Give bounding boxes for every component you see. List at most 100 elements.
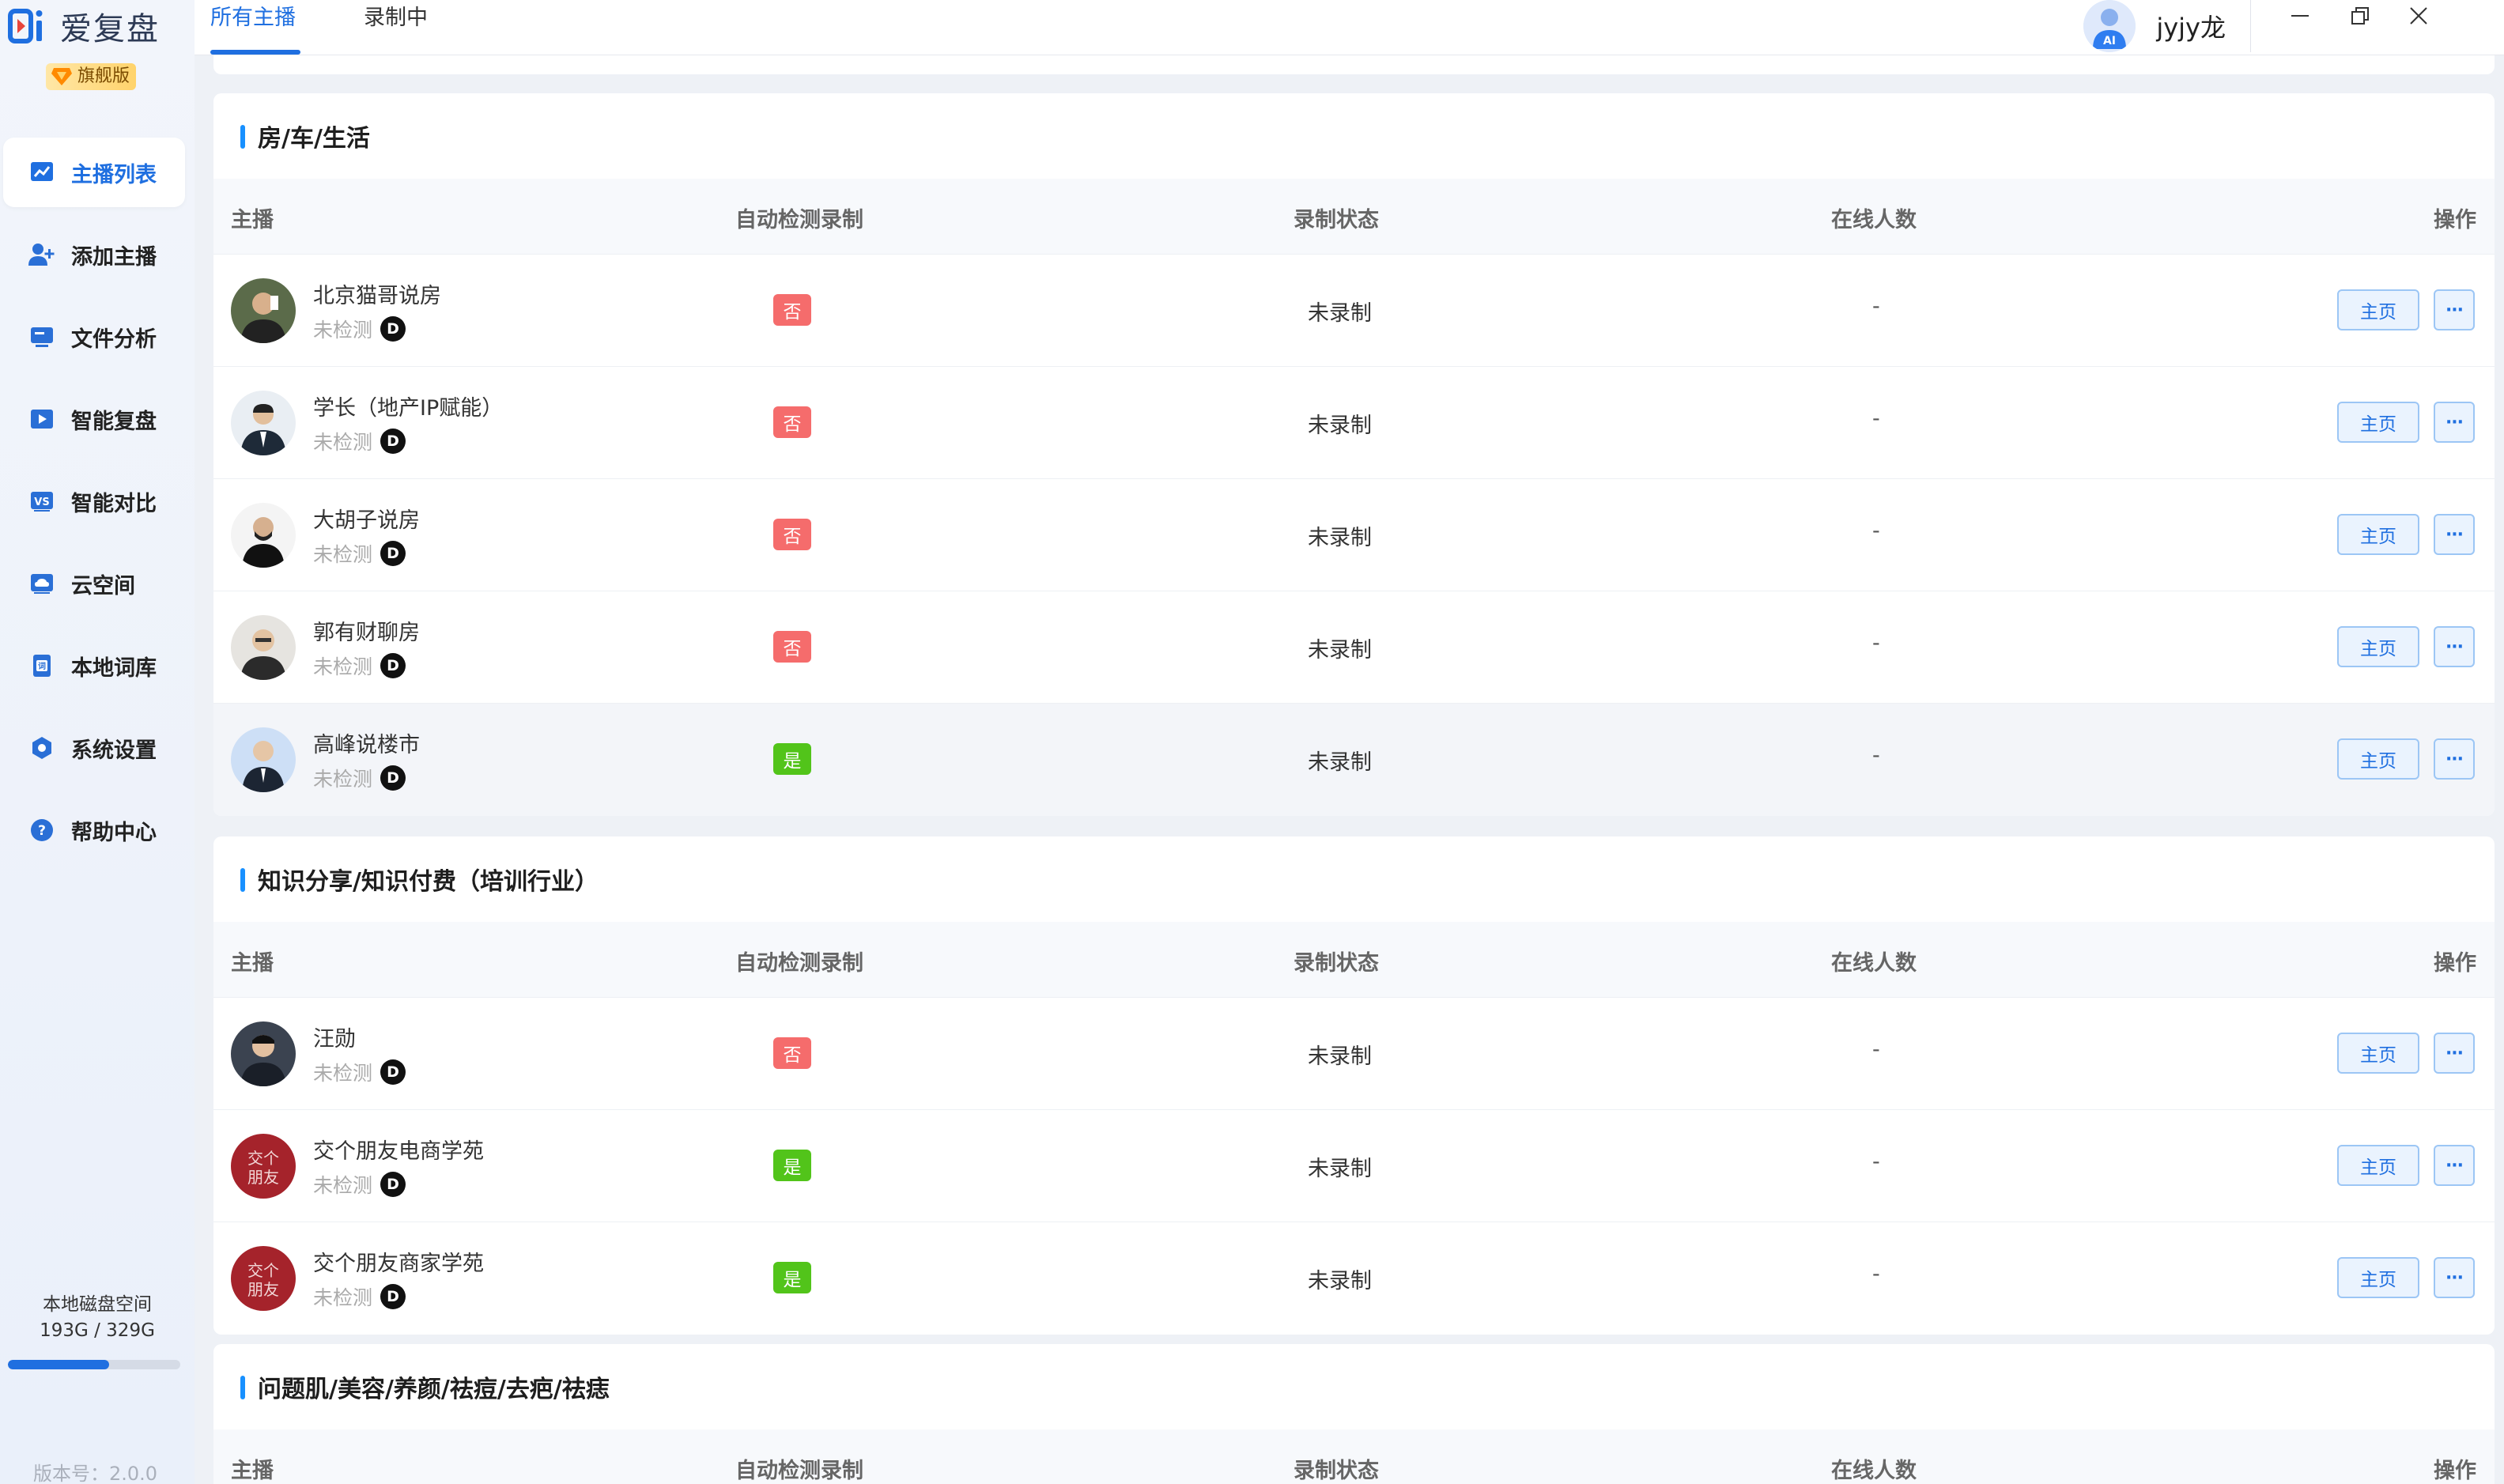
douyin-icon: D [380,541,406,566]
tab-all-hosts[interactable]: 所有主播 [210,0,296,55]
home-button[interactable]: 主页 [2337,1145,2419,1186]
user-profile[interactable]: AI jyjy龙 [2083,0,2226,52]
home-button[interactable]: 主页 [2337,402,2419,443]
table-row[interactable]: 高峰说楼市 未检测 D 是 未录制 - 主页 ··· [213,704,2495,816]
detect-status-label: 未检测 [313,1062,373,1085]
douyin-icon: D [380,1059,406,1085]
sidebar-item-help[interactable]: ? 帮助中心 [3,795,185,865]
douyin-icon: D [380,765,406,791]
sidebar-item-label: 云空间 [71,573,135,599]
avatar [231,727,296,792]
more-button[interactable]: ··· [2434,402,2475,443]
table-row[interactable]: 北京猫哥说房 未检测 D 否 未录制 - 主页 ··· [213,255,2495,367]
tab-recording[interactable]: 录制中 [364,0,428,55]
home-button[interactable]: 主页 [2337,738,2419,780]
sidebar-item-add-host[interactable]: 添加主播 [3,220,185,289]
sidebar-item-cloud[interactable]: 云空间 [3,549,185,618]
auto-detect-badge[interactable]: 否 [773,1037,811,1069]
record-status: 未录制 [1308,1157,1372,1181]
detect-status: 未检测 D [313,1170,406,1199]
minimize-button[interactable] [2276,0,2324,35]
sidebar-item-smart-compare[interactable]: VS 智能对比 [3,466,185,536]
more-button[interactable]: ··· [2434,1145,2475,1186]
record-status: 未录制 [1308,1044,1372,1069]
previous-card-bottom [213,55,2495,74]
record-status: 未录制 [1308,1269,1372,1293]
auto-detect-badge[interactable]: 否 [773,631,811,663]
sidebar-item-host-list[interactable]: 主播列表 [3,138,185,207]
table-row[interactable]: 交个 朋友 交个朋友商家学苑 未检测 D 是 未录制 - 主页 ··· [213,1222,2495,1335]
col-host: 主播 [231,1459,274,1483]
play-icon [28,406,55,432]
sidebar-item-label: 文件分析 [71,327,157,352]
chart-icon [28,159,55,186]
table-header: 主播 自动检测录制 录制状态 在线人数 操作 [213,1429,2495,1484]
more-button[interactable]: ··· [2434,1257,2475,1298]
auto-detect-badge[interactable]: 是 [773,1262,811,1293]
online-count: - [1872,294,1880,319]
online-count: - [1872,1037,1880,1062]
home-button[interactable]: 主页 [2337,626,2419,667]
douyin-icon: D [380,1172,406,1197]
active-tab-indicator [210,50,300,55]
detect-status-label: 未检测 [313,319,373,342]
table-header: 主播 自动检测录制 录制状态 在线人数 操作 [213,179,2495,255]
table-row[interactable]: 交个 朋友 交个朋友电商学苑 未检测 D 是 未录制 - 主页 ··· [213,1110,2495,1222]
more-icon: ··· [2445,749,2464,769]
more-button[interactable]: ··· [2434,1033,2475,1074]
sidebar-item-settings[interactable]: 系统设置 [3,713,185,783]
vs-icon: VS [28,488,55,515]
home-button[interactable]: 主页 [2337,514,2419,555]
auto-detect-badge[interactable]: 否 [773,294,811,326]
auto-detect-badge[interactable]: 是 [773,1150,811,1181]
avatar [231,278,296,343]
home-button[interactable]: 主页 [2337,289,2419,330]
col-actions: 操作 [2434,1459,2476,1483]
close-icon [2408,6,2429,29]
detect-status-label: 未检测 [313,1174,373,1197]
sidebar-item-label: 本地词库 [71,655,157,681]
table-row[interactable]: 学长（地产IP赋能） 未检测 D 否 未录制 - 主页 ··· [213,367,2495,479]
section-card: 问题肌/美容/养颜/祛痘/去疤/祛痣 主播 自动检测录制 录制状态 在线人数 操… [213,1344,2495,1484]
auto-detect-badge[interactable]: 是 [773,743,811,775]
col-online-count: 在线人数 [1831,1459,1917,1483]
detect-status: 未检测 D [313,1282,406,1311]
auto-detect-badge[interactable]: 否 [773,519,811,550]
table-row[interactable]: 汪勋 未检测 D 否 未录制 - 主页 ··· [213,998,2495,1110]
home-button[interactable]: 主页 [2337,1257,2419,1298]
restore-icon [2350,6,2370,29]
home-button[interactable]: 主页 [2337,1033,2419,1074]
more-button[interactable]: ··· [2434,626,2475,667]
online-count: - [1872,743,1880,768]
main-content: 房/车/生活 主播 自动检测录制 录制状态 在线人数 操作 北京猫哥说房 未检测… [195,55,2504,1484]
sidebar-item-smart-review[interactable]: 智能复盘 [3,384,185,454]
sidebar-item-label: 主播列表 [71,162,157,187]
more-button[interactable]: ··· [2434,514,2475,555]
tab-label: 所有主播 [210,6,296,30]
edition-badge: 旗舰版 [46,63,137,90]
sidebar-item-local-dictionary[interactable]: 词 本地词库 [3,631,185,700]
logo-icon [8,6,47,46]
table-row[interactable]: 大胡子说房 未检测 D 否 未录制 - 主页 ··· [213,479,2495,591]
close-button[interactable] [2395,0,2442,35]
section-card: 知识分享/知识付费（培训行业） 主播 自动检测录制 录制状态 在线人数 操作 汪… [213,836,2495,1335]
detect-status-label: 未检测 [313,431,373,454]
host-name: 交个朋友商家学苑 [313,1252,484,1276]
detect-status: 未检测 D [313,1058,406,1086]
restore-button[interactable] [2336,0,2384,35]
col-auto-detect: 自动检测录制 [735,208,863,232]
section-title: 问题肌/美容/养颜/祛痘/去疤/祛痣 [213,1344,2495,1429]
online-count: - [1872,1262,1880,1286]
douyin-icon: D [380,653,406,678]
sidebar-item-label: 添加主播 [71,244,157,270]
more-button[interactable]: ··· [2434,738,2475,780]
edition-label: 旗舰版 [77,66,130,86]
avatar [231,391,296,455]
sidebar-item-file-analysis[interactable]: 文件分析 [3,302,185,372]
auto-detect-badge[interactable]: 否 [773,406,811,438]
more-icon: ··· [2445,1267,2464,1288]
col-auto-detect: 自动检测录制 [735,1459,863,1483]
host-name: 汪勋 [313,1027,356,1052]
table-row[interactable]: 郭有财聊房 未检测 D 否 未录制 - 主页 ··· [213,591,2495,704]
more-button[interactable]: ··· [2434,289,2475,330]
